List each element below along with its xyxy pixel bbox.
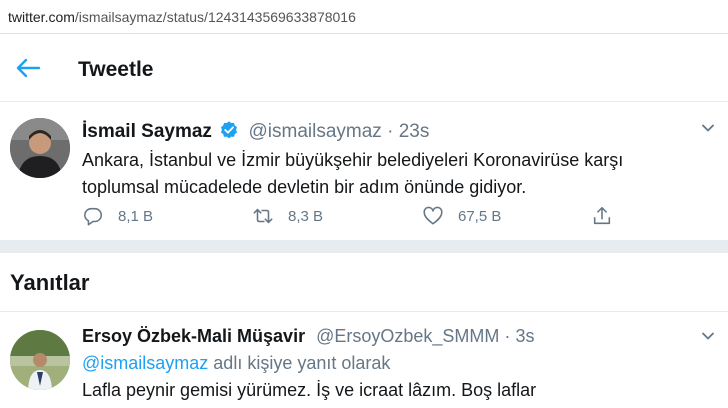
- url-host: twitter.com: [8, 9, 75, 25]
- separator-dot: ·: [504, 326, 511, 346]
- reply-button[interactable]: 8,1 B: [82, 204, 153, 228]
- reply-tweet[interactable]: Ersoy Özbek-Mali Müşavir @ErsoyOzbek_SMM…: [0, 312, 728, 408]
- section-divider: [0, 240, 728, 253]
- reply-icon: [84, 207, 103, 226]
- share-button[interactable]: [591, 204, 613, 228]
- mention-link[interactable]: @ismailsaymaz: [82, 353, 208, 373]
- author-handle[interactable]: @ismailsaymaz: [248, 121, 381, 142]
- avatar-photo: [10, 118, 70, 178]
- chevron-down-icon[interactable]: [700, 328, 716, 344]
- verified-badge-icon: [221, 121, 238, 139]
- replying-to-label: adlı kişiye yanıt olarak: [208, 353, 391, 373]
- url-path: /ismailsaymaz/status/1243143569633878016: [74, 9, 356, 25]
- retweet-button[interactable]: 8,3 B: [252, 204, 323, 228]
- like-button[interactable]: 67,5 B: [422, 204, 501, 228]
- replies-heading: Yanıtlar: [10, 270, 90, 295]
- author-name[interactable]: Ersoy Özbek-Mali Müşavir: [82, 326, 305, 346]
- heart-icon: [423, 206, 443, 225]
- chevron-down-icon[interactable]: [700, 120, 716, 136]
- page-header: Tweetle: [0, 36, 728, 102]
- tweet-actions: 8,1 B 8,3 B 67,5 B: [82, 204, 722, 228]
- retweet-icon: [253, 208, 273, 224]
- separator-dot: ·: [387, 121, 394, 142]
- url-text[interactable]: twitter.com/ismailsaymaz/status/12431435…: [8, 9, 356, 25]
- arrow-left-icon: [16, 58, 41, 78]
- avatar[interactable]: [10, 330, 70, 390]
- reply-author-line: Ersoy Özbek-Mali Müşavir @ErsoyOzbek_SMM…: [82, 326, 534, 347]
- tweet-text: Ankara, İstanbul ve İzmir büyükşehir bel…: [82, 150, 624, 197]
- page-title: Tweetle: [78, 58, 154, 81]
- address-bar[interactable]: twitter.com/ismailsaymaz/status/12431435…: [0, 0, 728, 34]
- share-icon: [593, 206, 611, 225]
- retweet-count: 8,3 B: [288, 207, 324, 225]
- main-tweet[interactable]: İsmail Saymaz @ismailsaymaz · 23s Ankara…: [0, 103, 728, 240]
- author-handle[interactable]: @ErsoyOzbek_SMMM: [316, 326, 499, 346]
- replying-to: @ismailsaymaz adlı kişiye yanıt olarak: [82, 353, 390, 374]
- like-count: 67,5 B: [458, 207, 502, 225]
- tweet-author-line: İsmail Saymaz @ismailsaymaz · 23s: [82, 120, 429, 143]
- author-name[interactable]: İsmail Saymaz: [82, 121, 212, 142]
- reply-count: 8,1 B: [118, 207, 154, 225]
- avatar[interactable]: [10, 118, 70, 178]
- reply-text: Lafla peynir gemisi yürümez. İş ve icraa…: [82, 380, 537, 400]
- reply-timestamp[interactable]: 3s: [515, 326, 534, 346]
- avatar-photo: [10, 330, 70, 390]
- tweet-timestamp[interactable]: 23s: [399, 121, 430, 142]
- back-button[interactable]: [14, 56, 42, 80]
